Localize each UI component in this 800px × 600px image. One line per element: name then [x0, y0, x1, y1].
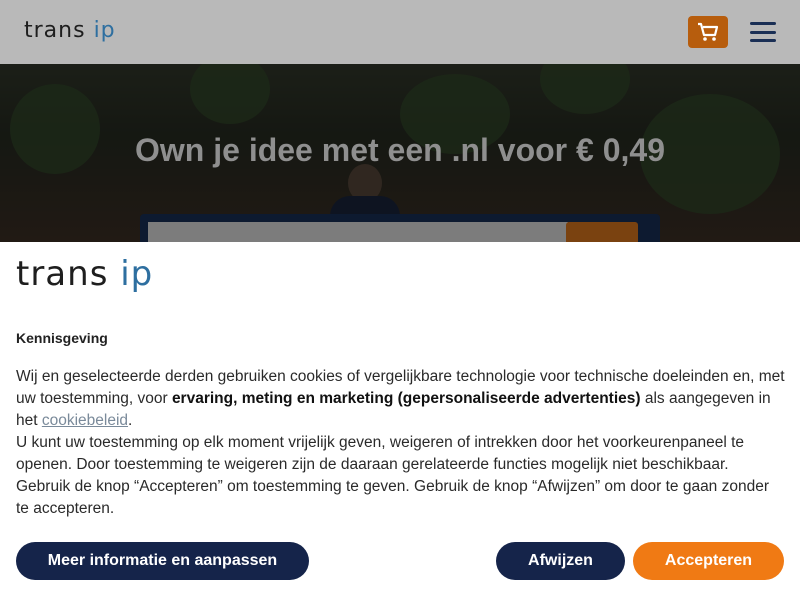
notice-text: Wij en geselecteerde derden gebruiken co… — [16, 366, 786, 520]
cart-button[interactable] — [688, 16, 728, 48]
notice-text-part: U kunt uw toestemming op elk moment vrij… — [16, 434, 745, 473]
notice-text-bold: ervaring, meting en marketing (gepersona… — [171, 390, 641, 407]
more-info-button[interactable]: Meer informatie en aanpassen — [16, 542, 309, 580]
search-button[interactable] — [566, 222, 638, 242]
logo-text-trans: trans — [24, 18, 86, 43]
menu-bar — [750, 22, 776, 25]
logo-text-ip: ip — [120, 254, 154, 294]
cookie-policy-link[interactable]: cookiebeleid — [42, 412, 128, 429]
site-header: trans ip — [0, 0, 800, 64]
logo-text-trans: trans — [16, 254, 109, 294]
menu-bar — [750, 30, 776, 34]
hero-title: Own je idee met een .nl voor € 0,49 — [135, 132, 665, 168]
site-logo[interactable]: trans ip — [24, 18, 116, 43]
cart-icon — [698, 22, 719, 41]
reject-button[interactable]: Afwijzen — [496, 542, 625, 580]
hero-section: Own je idee met een .nl voor € 0,49 — [0, 64, 800, 242]
cookie-banner: trans ip Kennisgeving Wij en geselecteer… — [0, 242, 800, 600]
notice-text-part: Gebruik de knop “Accepteren” om toestemm… — [16, 478, 770, 517]
domain-search-input[interactable] — [148, 222, 568, 242]
domain-search-box — [140, 214, 660, 242]
menu-bar — [750, 39, 776, 42]
notice-text-part: . — [128, 412, 133, 429]
accept-button[interactable]: Accepteren — [633, 542, 784, 580]
notice-title: Kennisgeving — [16, 330, 108, 346]
hamburger-menu-icon[interactable] — [750, 22, 776, 42]
logo-text-ip: ip — [93, 18, 116, 43]
banner-logo: trans ip — [16, 254, 153, 294]
